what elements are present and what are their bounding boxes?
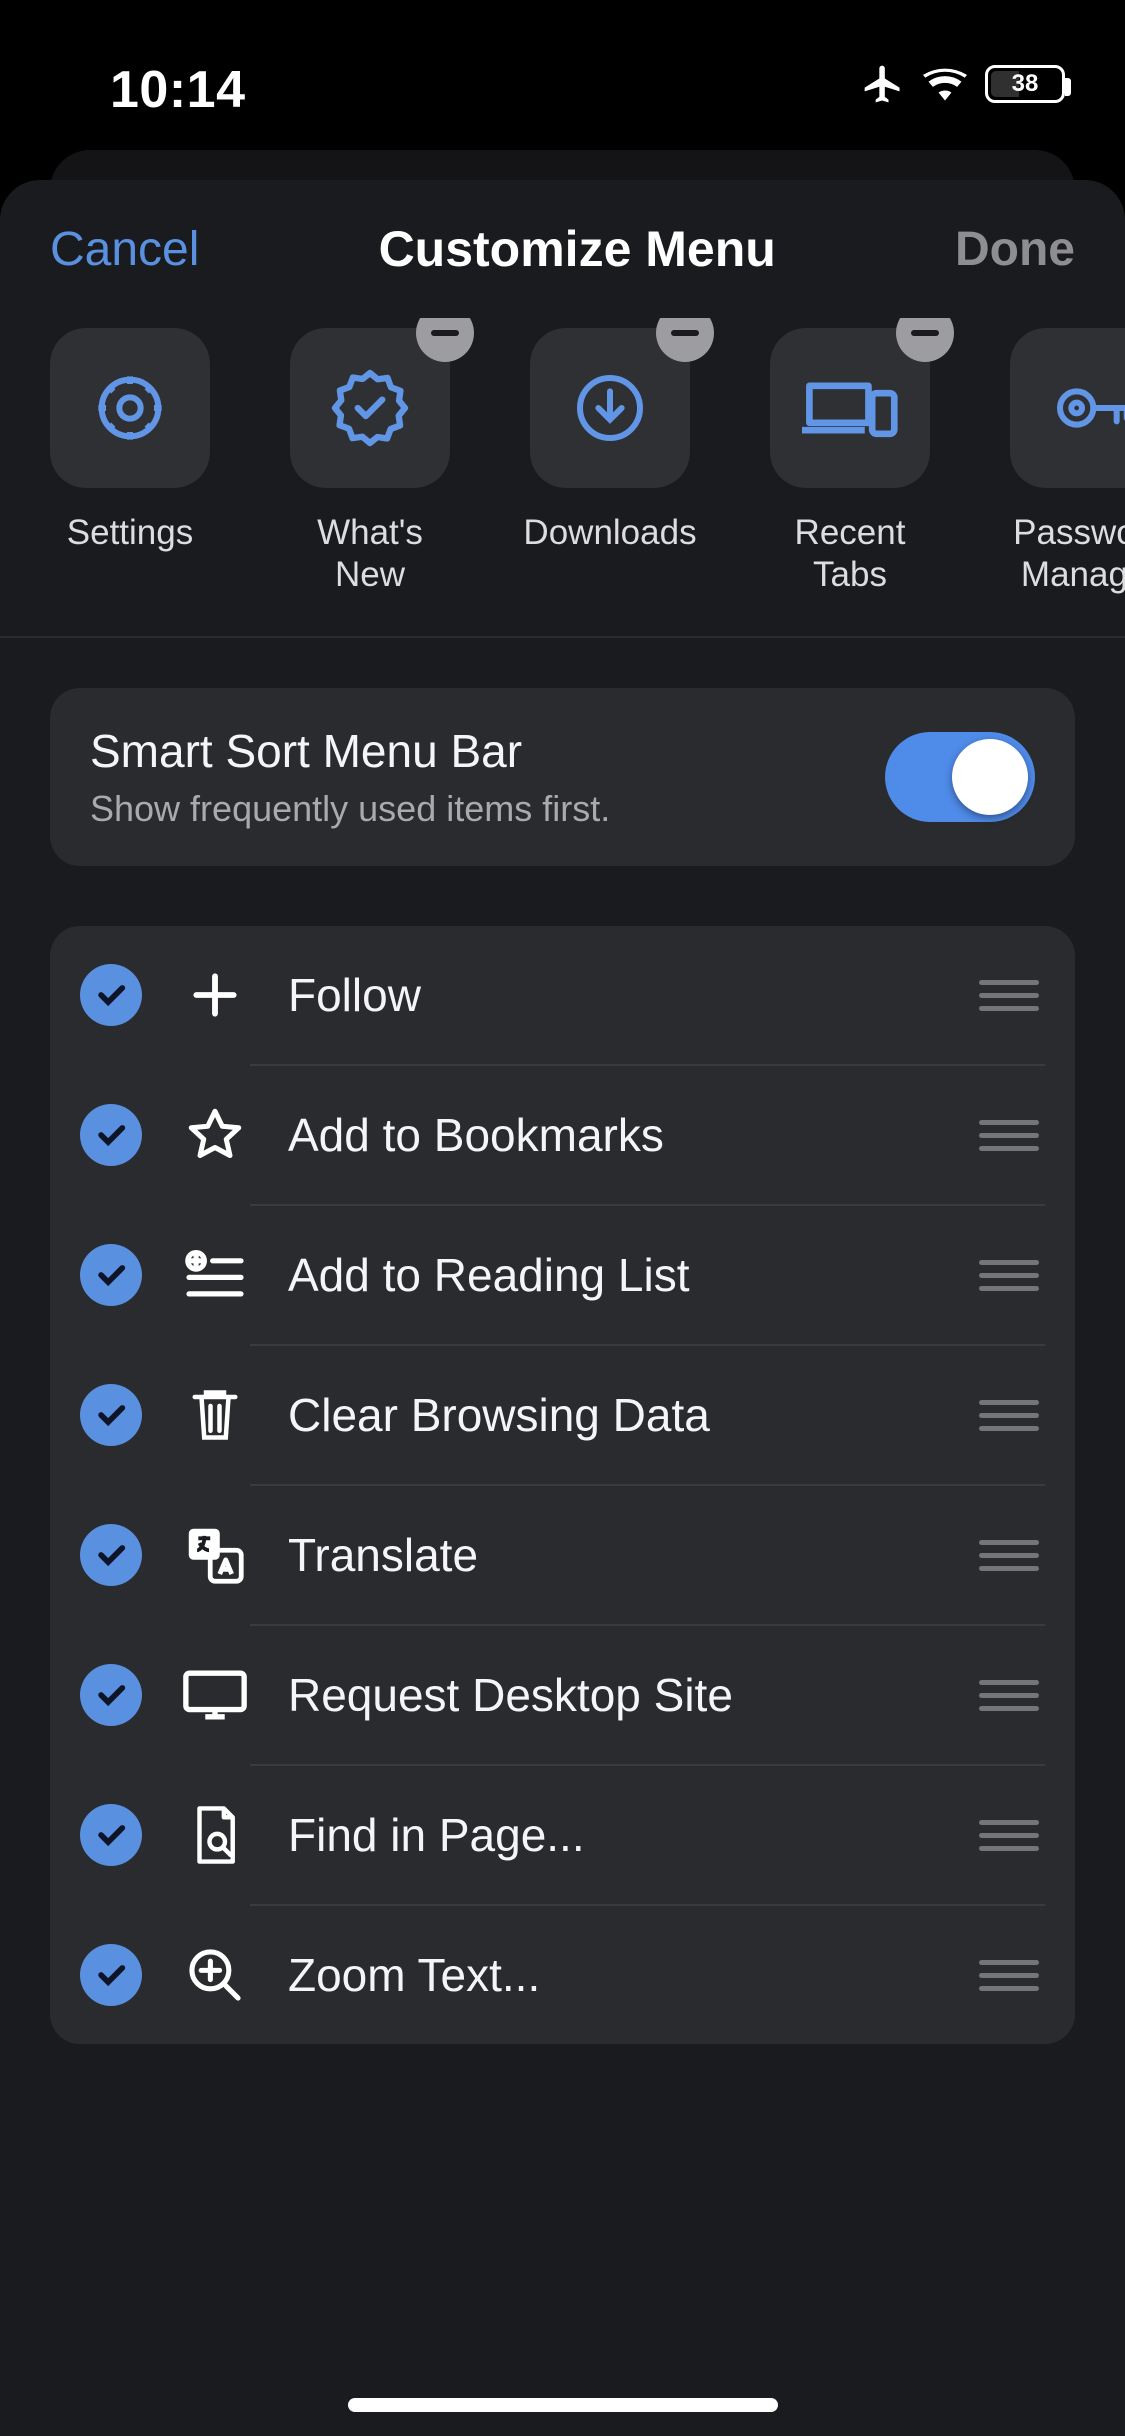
- list-item-label: Translate: [288, 1528, 941, 1582]
- list-item[interactable]: Request Desktop Site: [50, 1626, 1075, 1764]
- shortcut-label: Settings: [67, 512, 193, 554]
- shortcut-password-manager[interactable]: Password Manager: [1010, 328, 1125, 596]
- desktop-icon: [180, 1660, 250, 1730]
- list-item[interactable]: Follow: [50, 926, 1075, 1064]
- enabled-checkbox[interactable]: [80, 1944, 142, 2006]
- drag-handle[interactable]: [979, 1120, 1039, 1151]
- list-item[interactable]: Zoom Text...: [50, 1906, 1075, 2044]
- status-indicators: 38: [861, 62, 1065, 106]
- enabled-checkbox[interactable]: [80, 1664, 142, 1726]
- home-indicator[interactable]: [348, 2398, 778, 2412]
- gear-icon: [90, 368, 170, 448]
- status-time: 10:14: [110, 60, 246, 120]
- trash-icon: [180, 1380, 250, 1450]
- battery-icon: 38: [985, 65, 1065, 103]
- menu-item-list: Follow Add to Bookmarks Add to Reading L…: [50, 926, 1075, 2044]
- list-item[interactable]: Add to Reading List: [50, 1206, 1075, 1344]
- wifi-icon: [923, 67, 967, 101]
- enabled-checkbox[interactable]: [80, 1104, 142, 1166]
- shortcut-carousel[interactable]: Settings What's New Downloads: [0, 318, 1125, 638]
- smart-sort-subtitle: Show frequently used items first.: [90, 788, 610, 830]
- battery-percent: 38: [1012, 70, 1039, 98]
- enabled-checkbox[interactable]: [80, 1244, 142, 1306]
- drag-handle[interactable]: [979, 1680, 1039, 1711]
- badge-check-icon: [328, 366, 412, 450]
- drag-handle[interactable]: [979, 1820, 1039, 1851]
- shortcut-label: Password Manager: [1013, 512, 1125, 596]
- star-icon: [180, 1100, 250, 1170]
- smart-sort-toggle[interactable]: [885, 732, 1035, 822]
- remove-shortcut-button[interactable]: [656, 318, 714, 362]
- shortcut-recent-tabs[interactable]: Recent Tabs: [770, 328, 930, 596]
- drag-handle[interactable]: [979, 980, 1039, 1011]
- drag-handle[interactable]: [979, 1260, 1039, 1291]
- done-button[interactable]: Done: [955, 222, 1075, 277]
- plus-icon: [180, 960, 250, 1030]
- status-bar: 10:14 38: [0, 0, 1125, 140]
- key-icon: [1050, 368, 1125, 448]
- smart-sort-card: Smart Sort Menu Bar Show frequently used…: [50, 688, 1075, 866]
- enabled-checkbox[interactable]: [80, 964, 142, 1026]
- shortcut-label: Recent Tabs: [770, 512, 930, 596]
- list-item-label: Add to Reading List: [288, 1248, 941, 1302]
- find-in-page-icon: [180, 1800, 250, 1870]
- reading-list-icon: [180, 1240, 250, 1310]
- list-item-label: Clear Browsing Data: [288, 1388, 941, 1442]
- drag-handle[interactable]: [979, 1400, 1039, 1431]
- list-item[interactable]: Translate: [50, 1486, 1075, 1624]
- download-icon: [570, 368, 650, 448]
- airplane-mode-icon: [861, 62, 905, 106]
- sheet-title: Customize Menu: [379, 220, 776, 278]
- list-item-label: Request Desktop Site: [288, 1668, 941, 1722]
- shortcut-label: Downloads: [523, 512, 696, 554]
- list-item-label: Find in Page...: [288, 1808, 941, 1862]
- remove-shortcut-button[interactable]: [896, 318, 954, 362]
- translate-icon: [180, 1520, 250, 1590]
- cancel-button[interactable]: Cancel: [50, 222, 199, 277]
- shortcut-settings[interactable]: Settings: [50, 328, 210, 596]
- list-item[interactable]: Find in Page...: [50, 1766, 1075, 1904]
- devices-icon: [802, 368, 898, 448]
- list-item-label: Add to Bookmarks: [288, 1108, 941, 1162]
- list-item[interactable]: Add to Bookmarks: [50, 1066, 1075, 1204]
- enabled-checkbox[interactable]: [80, 1384, 142, 1446]
- remove-shortcut-button[interactable]: [416, 318, 474, 362]
- sheet-header: Cancel Customize Menu Done: [0, 180, 1125, 318]
- drag-handle[interactable]: [979, 1960, 1039, 1991]
- enabled-checkbox[interactable]: [80, 1804, 142, 1866]
- shortcut-whats-new[interactable]: What's New: [290, 328, 450, 596]
- list-item[interactable]: Clear Browsing Data: [50, 1346, 1075, 1484]
- drag-handle[interactable]: [979, 1540, 1039, 1571]
- customize-menu-sheet: Cancel Customize Menu Done Settings: [0, 180, 1125, 2436]
- enabled-checkbox[interactable]: [80, 1524, 142, 1586]
- smart-sort-title: Smart Sort Menu Bar: [90, 724, 610, 778]
- shortcut-label: What's New: [290, 512, 450, 596]
- list-item-label: Follow: [288, 968, 941, 1022]
- zoom-icon: [180, 1940, 250, 2010]
- list-item-label: Zoom Text...: [288, 1948, 941, 2002]
- shortcut-downloads[interactable]: Downloads: [530, 328, 690, 596]
